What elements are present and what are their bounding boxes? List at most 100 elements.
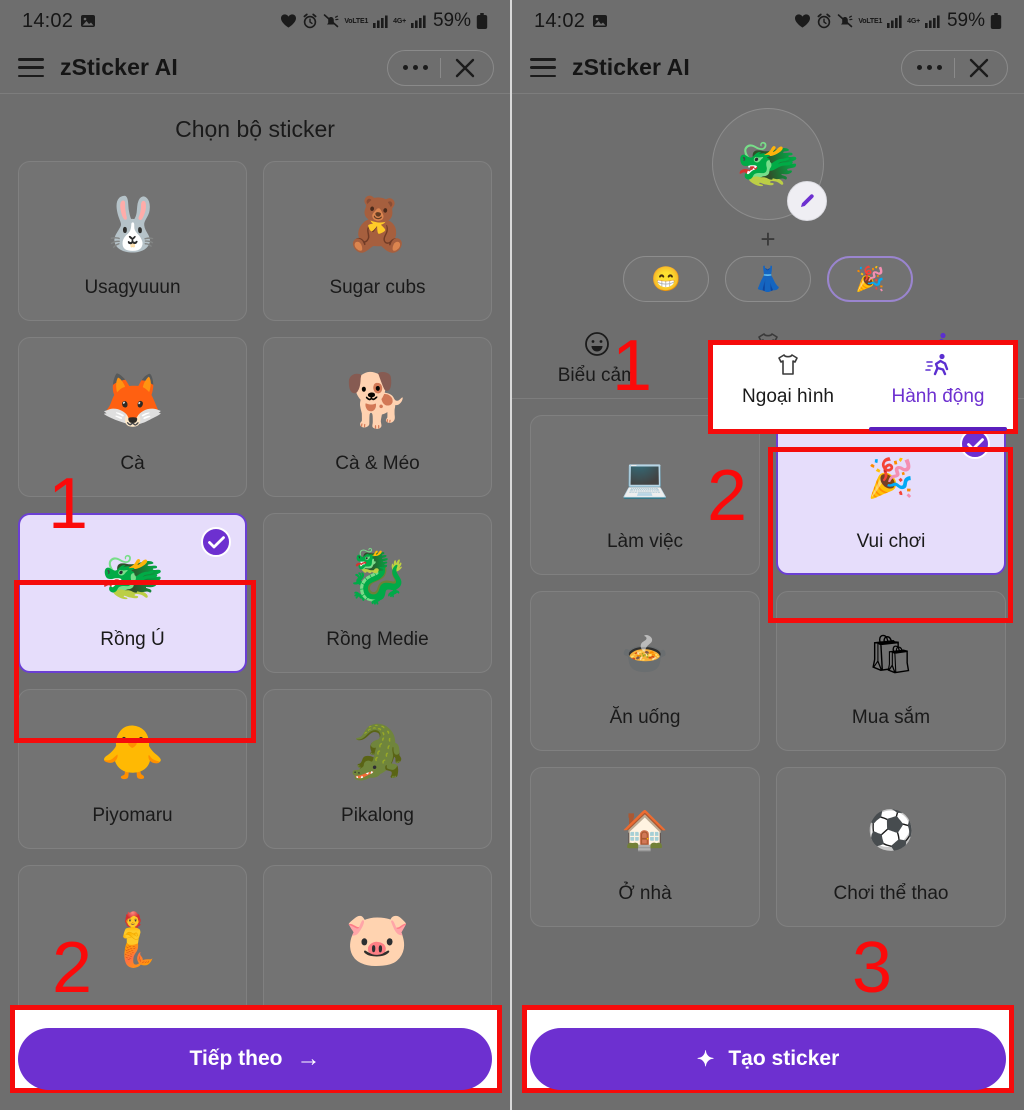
- next-button-label: Tiếp theo: [189, 1047, 283, 1070]
- tab-hanh-dong-overlay[interactable]: Hành động: [863, 345, 1013, 431]
- signal-bars-icon: [410, 14, 426, 28]
- category-card-o-nha[interactable]: 🏠 Ở nhà: [530, 767, 760, 927]
- annotation-number-2: 2: [707, 456, 748, 536]
- annotation-number-3: 3: [852, 928, 893, 1008]
- status-bar-right: VoLTE1 4G+ 59%: [794, 10, 1002, 32]
- sticker-pack-card[interactable]: 🧸 Sugar cubs: [263, 161, 492, 321]
- avatar[interactable]: 🐲: [712, 108, 827, 221]
- annotation-box-vui-choi: [768, 447, 1013, 623]
- sticker-pack-card[interactable]: 🐰 Usagyuuun: [18, 161, 247, 321]
- sticker-pack-label: Usagyuuun: [84, 277, 181, 298]
- party-popper-icon: 🎉: [855, 265, 885, 293]
- heart-icon: [794, 13, 811, 29]
- page-title: Chọn bộ sticker: [175, 116, 335, 142]
- status-time: 14:02: [534, 9, 586, 32]
- status-bar-right: VoLTE1 4G+ 59%: [280, 10, 488, 32]
- create-button-wrap: ✦ Tạo sticker: [512, 1028, 1024, 1090]
- sticker-thumbnail: 🐷: [345, 911, 410, 969]
- house-icon: 🏠: [621, 810, 669, 852]
- sticker-pack-label: Pikalong: [341, 805, 414, 826]
- chip-dress[interactable]: 👗: [725, 256, 811, 302]
- image-icon: [592, 13, 608, 29]
- sticker-pack-card[interactable]: 🐷: [263, 865, 492, 1025]
- more-dots-glyph: [403, 65, 428, 70]
- smiley-icon: [584, 330, 610, 358]
- sticker-thumbnail: 🐕: [345, 372, 410, 430]
- mute-bell-icon: [323, 13, 339, 29]
- network-gen-label: 4G+: [907, 17, 920, 25]
- sticker-thumbnail: 🐉: [345, 548, 410, 606]
- sticker-pack-card[interactable]: 🐊 Pikalong: [263, 689, 492, 849]
- tab-label: Hành động: [891, 386, 985, 407]
- dress-icon: 👗: [753, 265, 783, 293]
- hamburger-icon[interactable]: [18, 58, 44, 77]
- category-label: Mua sắm: [851, 707, 931, 728]
- category-label: Ở nhà: [618, 883, 672, 904]
- appbar-actions: [900, 49, 1008, 86]
- status-bar-left: 14:02: [22, 10, 96, 33]
- hamburger-icon[interactable]: [530, 58, 556, 77]
- soccer-ball-icon: ⚽: [867, 810, 915, 852]
- appbar-actions: [386, 49, 494, 86]
- category-label: Chơi thể thao: [833, 883, 949, 904]
- signal-bars-icon: [887, 14, 902, 28]
- sticker-pack-label: Cà: [120, 453, 145, 474]
- alarm-icon: [816, 13, 832, 29]
- tab-ngoai-hinh-overlay[interactable]: Ngoại hình: [713, 345, 863, 429]
- image-icon: [80, 13, 96, 29]
- mute-bell-icon: [837, 13, 853, 29]
- sticker-pack-card[interactable]: 🐕 Cà & Méo: [263, 337, 492, 497]
- app-title: zSticker AI: [60, 54, 178, 80]
- status-time: 14:02: [22, 9, 74, 32]
- volte-icon: VoLTE1: [344, 18, 368, 25]
- battery-icon: [990, 12, 1002, 30]
- create-sticker-label: Tạo sticker: [728, 1047, 840, 1070]
- app-title: zSticker AI: [572, 54, 690, 80]
- avatar-zone: 🐲 + 😁 👗 🎉: [512, 94, 1024, 302]
- network-gen-label: 4G+: [393, 17, 406, 25]
- grinning-face-icon: 😁: [651, 265, 681, 293]
- create-sticker-button[interactable]: ✦ Tạo sticker: [530, 1028, 1006, 1090]
- cooking-pot-icon: 🍲: [621, 634, 669, 676]
- tshirt-icon: [775, 351, 801, 379]
- app-bar: zSticker AI: [0, 42, 510, 94]
- status-bar: 14:02 VoLTE1 4G+ 59%: [512, 0, 1024, 42]
- screenshot-root: 14:02 VoLTE1 4G+ 59% zSticker AI Chọn bộ…: [0, 0, 1024, 1110]
- sparkle-icon: ✦: [696, 1047, 715, 1071]
- chip-party-popper[interactable]: 🎉: [827, 256, 913, 302]
- close-icon[interactable]: [955, 51, 1003, 85]
- tab-label: Ngoại hình: [742, 386, 834, 407]
- right-screen: 14:02 VoLTE1 4G+ 59% zSticker AI 🐲 + 😁 👗…: [512, 0, 1024, 1110]
- next-button-wrap: Tiếp theo →: [0, 1028, 510, 1090]
- tab-bieu-cam[interactable]: Biểu cảm: [512, 322, 683, 398]
- sticker-pack-label: Sugar cubs: [329, 277, 426, 298]
- pencil-icon[interactable]: [787, 181, 827, 221]
- volte-label: VoLTE1: [344, 17, 369, 25]
- plus-separator: +: [760, 224, 776, 254]
- battery-percent-label: 59%: [946, 10, 985, 31]
- status-bar: 14:02 VoLTE1 4G+ 59%: [0, 0, 510, 42]
- volte-label: VoLTE1: [858, 17, 883, 25]
- sticker-thumbnail: 🐰: [100, 196, 165, 254]
- more-dots-icon[interactable]: [906, 51, 954, 85]
- annotation-number-2: 2: [52, 928, 93, 1008]
- more-dots-icon[interactable]: [392, 51, 440, 85]
- chip-grinning-face[interactable]: 😁: [623, 256, 709, 302]
- sticker-thumbnail: 🦊: [100, 372, 165, 430]
- 4g-plus-icon: 4G+: [393, 18, 406, 25]
- category-card-choi-the-thao[interactable]: ⚽ Chơi thể thao: [776, 767, 1006, 927]
- category-card-an-uong[interactable]: 🍲 Ăn uống: [530, 591, 760, 751]
- volte-icon: VoLTE1: [858, 18, 882, 25]
- sticker-thumbnail: 🧸: [345, 196, 410, 254]
- annotation-number-1: 1: [48, 464, 89, 544]
- shopping-bags-icon: 🛍: [866, 634, 916, 676]
- category-label: Ăn uống: [609, 707, 681, 728]
- arrow-right-icon: →: [296, 1045, 321, 1072]
- sticker-pack-card[interactable]: 🐉 Rồng Medie: [263, 513, 492, 673]
- annotation-number-1: 1: [612, 326, 653, 406]
- close-icon[interactable]: [441, 51, 489, 85]
- sticker-thumbnail: 🐊: [345, 724, 410, 782]
- signal-bars-icon: [924, 14, 940, 28]
- signal-bars-icon: [373, 14, 388, 28]
- next-button[interactable]: Tiếp theo →: [18, 1028, 492, 1090]
